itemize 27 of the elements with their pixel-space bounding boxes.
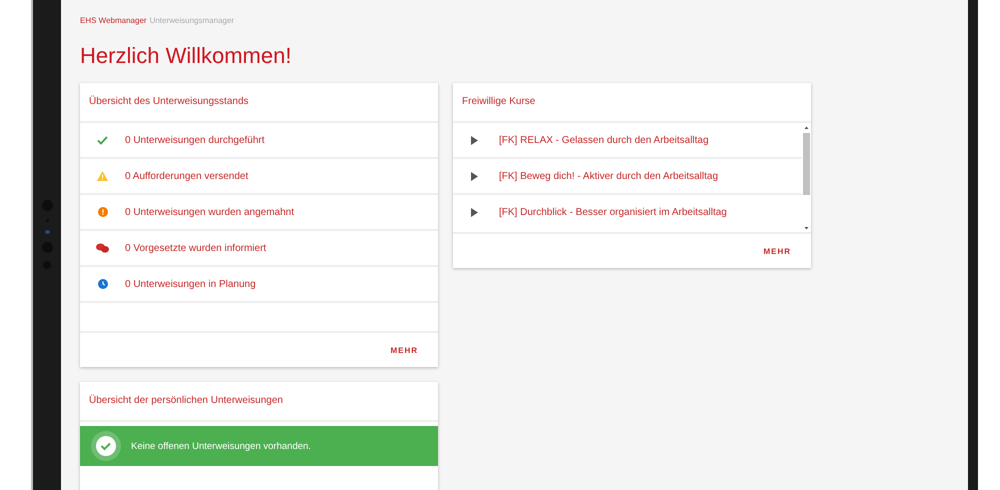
play-icon [471,208,478,216]
clock-icon [98,279,108,289]
lens-icon [44,230,50,234]
card-title: Freiwillige Kurse [453,83,811,123]
success-message: Keine offenen Unterweisungen vorhanden. [131,440,311,452]
card-title: Übersicht des Unterweisungsstands [80,83,438,123]
course-item[interactable]: [FK] Durchblick - Besser organisiert im Arbeitsalltag [453,195,802,229]
more-button[interactable]: MEHR [759,242,795,260]
breadcrumb-link[interactable]: EHS Webmanager [80,16,147,25]
play-icon [471,136,478,144]
breadcrumb-current: Unterweisungsmanager [150,16,234,25]
course-item[interactable]: [FK] Beweg dich! - Aktiver durch den Arbeitsalltag [453,159,802,195]
status-text: 0 Aufforderungen versendet [125,170,248,182]
more-button[interactable]: MEHR [386,342,422,358]
chat-icon [96,243,109,253]
course-item[interactable]: [FK] RELAX - Gelassen durch den Arbeitsalltag [453,123,802,159]
check-circle-icon [91,431,121,461]
warning-icon [97,171,108,181]
status-text: 0 Unterweisungen wurden angemahnt [125,206,294,218]
card-title: Übersicht der persönlichen Unterweisungen [80,382,438,422]
alert-icon [98,207,108,217]
check-icon [97,136,108,144]
status-text: 0 Unterweisungen durchgeführt [125,134,265,146]
status-text: 0 Vorgesetzte wurden informiert [125,242,266,254]
status-text: 0 Unterweisungen in Planung [125,278,256,290]
play-icon [471,172,478,180]
page-title: Herzlich Willkommen! [80,43,292,69]
